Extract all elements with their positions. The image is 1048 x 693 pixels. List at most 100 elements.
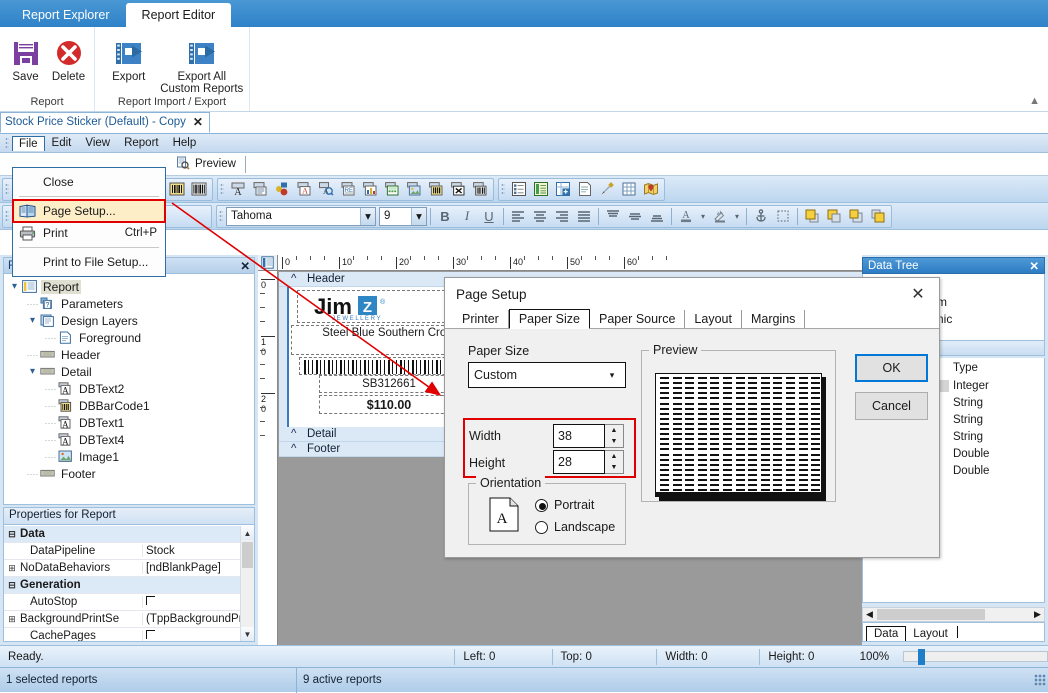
report-tree-node-image1[interactable]: ····Image1 [8,448,254,465]
report-tree-node-dbtext2[interactable]: ····ADBText2 [8,380,254,397]
radio-landscape-circle[interactable] [535,521,548,534]
report-tree-node-design layers[interactable]: ▾Design Layers [8,312,254,329]
dialog-tab-printer[interactable]: Printer [453,310,509,328]
close-icon[interactable]: ✕ [897,279,939,309]
checkbox-glyph[interactable] [146,596,155,605]
report-tree-node-report[interactable]: ▾Report [8,278,254,295]
ribbon-tab-report-explorer[interactable]: Report Explorer [6,3,126,27]
dbbarcode2-tool-icon[interactable] [469,179,491,200]
height-spin-buttons[interactable]: ▲ ▼ [605,450,624,474]
property-row[interactable]: CachePages [4,628,240,641]
menu-item-close[interactable]: Close [13,171,165,193]
dbchart-tool-icon[interactable] [359,179,381,200]
property-value[interactable]: Stock [142,545,240,557]
toolbar-grip-icon[interactable] [5,210,9,223]
width-input[interactable]: 38 [553,424,605,448]
text-field-tool-icon[interactable]: A [227,179,249,200]
toolbar-grip-icon[interactable] [501,183,505,196]
property-expander-icon[interactable]: ⊞ [4,563,20,574]
menu-item-page-setup[interactable]: Page Setup... [13,200,165,222]
ok-button[interactable]: OK [855,354,928,382]
align-middle-icon[interactable] [624,206,646,227]
save-button[interactable]: Save [4,33,47,95]
data-tree-horizontal-scrollbar[interactable]: ◀ ▶ [862,607,1045,622]
width-spinner[interactable]: 38 ▲ ▼ [553,424,624,448]
property-value[interactable]: (TppBackgroundPrintSet [142,613,240,625]
report-tree-node-parameters[interactable]: ····[?]Parameters [8,295,254,312]
menu-edit[interactable]: Edit [45,135,79,151]
checkbox-glyph[interactable] [146,630,155,639]
dialog-tab-paper-source[interactable]: Paper Source [590,310,685,328]
italic-button[interactable]: I [456,206,478,227]
dialog-tab-layout[interactable]: Layout [685,310,742,328]
toolbar-grip-icon[interactable] [5,183,9,196]
report-tree-node-header[interactable]: ····Header [8,346,254,363]
dbbarcode-field-tool-icon[interactable] [425,179,447,200]
radio-portrait[interactable]: Portrait [535,498,594,512]
zoom-slider-thumb[interactable] [918,649,925,665]
chevron-down-icon[interactable]: ▾ [697,206,709,227]
delete-button[interactable]: Delete [47,33,90,95]
dotted-frame-icon[interactable] [772,206,794,227]
property-row[interactable]: ⊞NoDataBehaviors[ndBlankPage] [4,560,240,577]
bring-to-front-icon[interactable] [801,206,823,227]
dbtext-tool-icon[interactable]: A [293,179,315,200]
toolbar-grip-icon[interactable] [5,137,9,150]
font-name-combo[interactable]: Tahoma ▾ [226,207,376,226]
dbcalc-field-tool-icon[interactable] [381,179,403,200]
collapse-caret-icon[interactable]: ^ [291,273,296,285]
report-tree-node-footer[interactable]: ····Footer [8,465,254,482]
send-to-back-icon[interactable] [823,206,845,227]
close-icon[interactable]: ✕ [1029,259,1039,273]
close-icon[interactable]: ✕ [240,259,250,273]
align-justify-icon[interactable] [573,206,595,227]
chevron-right-icon[interactable]: ▶ [1031,609,1044,620]
underline-button[interactable]: U [478,206,500,227]
report-tree-node-foreground[interactable]: ····Foreground [8,329,254,346]
toolbar-grip-icon[interactable] [219,210,223,223]
resize-grip-icon[interactable] [1034,674,1046,686]
map-icon[interactable] [640,179,662,200]
toolbar-grip-icon[interactable] [220,183,224,196]
chevron-left-icon[interactable]: ◀ [863,609,876,620]
tree-expander-icon[interactable]: ▾ [26,366,39,377]
format-brush-icon[interactable] [596,179,618,200]
export-button[interactable]: Export [99,33,159,95]
chevron-down-icon[interactable]: ▾ [599,370,625,381]
collapse-caret-icon[interactable]: ^ [291,428,296,440]
tree-expander-icon[interactable]: ▾ [8,281,21,292]
property-value[interactable]: [ndBlankPage] [142,562,240,574]
tree-expander-icon[interactable]: ▾ [26,315,39,326]
radio-landscape[interactable]: Landscape [535,520,615,534]
height-spinner[interactable]: 28 ▲ ▼ [553,450,624,474]
property-category-row[interactable]: ⊟Data [4,526,240,543]
menu-help[interactable]: Help [166,135,204,151]
report-tree-node-dbtext4[interactable]: ····ADBText4 [8,431,254,448]
chevron-down-icon[interactable]: ▾ [411,208,426,225]
dbimage-tool-icon[interactable] [403,179,425,200]
report-tree-node-dbbarcode1[interactable]: ····DBBarCode1 [8,397,254,414]
zoom-slider[interactable] [903,651,1048,662]
align-top-icon[interactable] [602,206,624,227]
report-tree-toggle-icon[interactable] [508,179,530,200]
property-checkbox[interactable] [142,596,240,608]
paper-size-combo[interactable]: Custom ▾ [468,362,626,388]
property-row[interactable]: ⊞BackgroundPrintSe(TppBackgroundPrintSet [4,611,240,628]
data-tree-toggle-icon[interactable] [530,179,552,200]
ribbon-tab-report-editor[interactable]: Report Editor [126,3,232,27]
align-center-icon[interactable] [529,206,551,227]
report-tree-node-detail[interactable]: ▾Detail [8,363,254,380]
spin-up-icon[interactable]: ▲ [605,425,623,436]
menu-item-print-to-file-setup[interactable]: Print to File Setup... [13,251,165,273]
property-expander-icon[interactable]: ⊞ [4,614,20,625]
dialog-tab-margins[interactable]: Margins [742,310,805,328]
align-left-icon[interactable] [507,206,529,227]
dbcheckbox-tool-icon[interactable] [447,179,469,200]
align-right-icon[interactable] [551,206,573,227]
anchor-icon[interactable] [750,206,772,227]
chevron-up-icon[interactable]: ▲ [1029,95,1040,107]
richtext-tool-icon[interactable] [271,179,293,200]
property-category-row[interactable]: ⊟Generation [4,577,240,594]
report-tree-node-dbtext1[interactable]: ····ADBText1 [8,414,254,431]
bring-forward-icon[interactable] [845,206,867,227]
